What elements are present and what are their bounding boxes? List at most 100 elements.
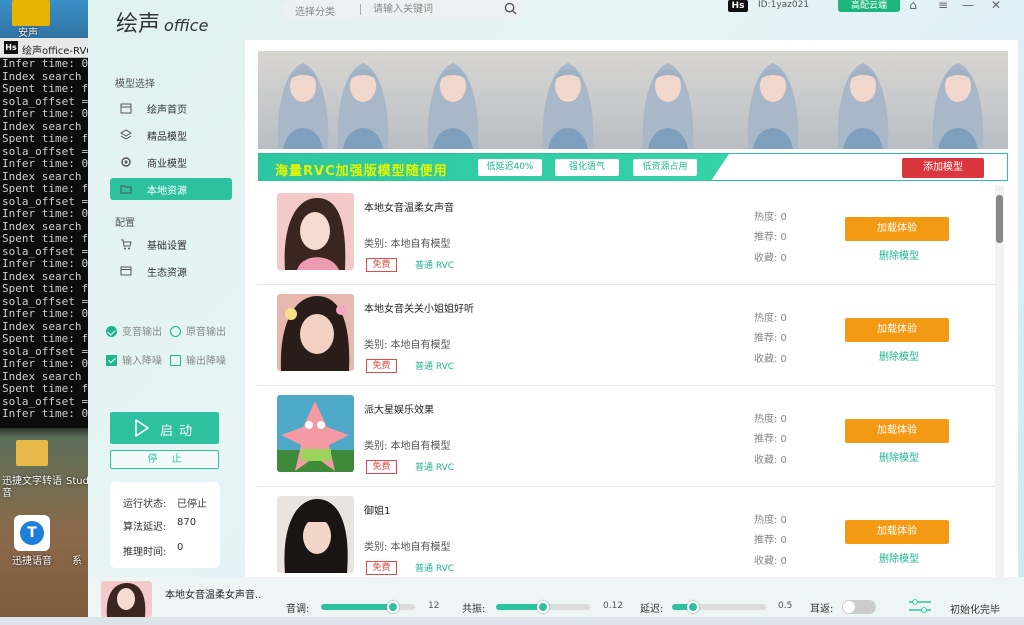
console-title: 绘声office-RVC	[22, 46, 88, 57]
delete-model-link[interactable]: 删除模型	[879, 449, 919, 464]
delete-model-link[interactable]: 删除模型	[879, 348, 919, 363]
search-input[interactable]	[373, 2, 493, 17]
scroll-thumb[interactable]	[996, 195, 1003, 243]
hs-icon: Hs	[4, 41, 18, 54]
monitor-toggle[interactable]	[842, 600, 876, 614]
stop-button[interactable]: 停止	[110, 450, 219, 469]
minimize-icon[interactable]: —	[958, 0, 978, 12]
nav-item-premium[interactable]: 精品模型	[110, 124, 232, 146]
load-model-button[interactable]: 加载体验	[845, 520, 949, 544]
sys-label: 系	[72, 556, 82, 567]
sliders-settings-icon[interactable]	[908, 599, 932, 613]
resonance-label: 共振:	[462, 604, 486, 615]
promo-bar: 海量RVC加强版模型随便用 低延迟40% 强化语气 低资源占用 添加模型	[258, 153, 1008, 181]
nav-item-commercial[interactable]: 商业模型	[110, 151, 232, 173]
menu-icon[interactable]: ≡	[933, 0, 953, 12]
app-window: 绘声office 选择分类 Hs ID:1yaz021 高配云端 ⌂ ≡ — ✕…	[88, 0, 1024, 617]
monitor-label: 耳返:	[810, 604, 834, 615]
console-output: Infer time: 0.0Index search FASpent time…	[0, 58, 90, 428]
load-model-button[interactable]: 加载体验	[845, 419, 949, 443]
section-title-config: 配置	[115, 218, 135, 229]
slider-knob[interactable]	[537, 601, 549, 613]
voice-app-label: 迅捷语音	[12, 556, 52, 567]
console-line: Spent time: fea	[2, 182, 90, 195]
load-model-button[interactable]: 加载体验	[845, 318, 949, 342]
pitch-slider[interactable]	[321, 601, 415, 613]
model-card: 御姐1 类别: 本地自有模型 免费 普通 RVC 热度: 0 推荐: 0 收藏:…	[258, 488, 996, 577]
desktop-background: 安声 Hs 绘声office-RVC Infer time: 0.0Index …	[0, 0, 92, 625]
delete-model-link[interactable]: 删除模型	[879, 247, 919, 262]
model-category: 类别: 本地自有模型	[364, 441, 451, 452]
run-status-value: 已停止	[177, 499, 207, 510]
status-panel: 运行状态: 已停止 算法延迟: 870 推理时间: 0	[110, 482, 220, 568]
favorite-stat: 收藏: 0	[754, 455, 787, 466]
model-card: 本地女音关关小姐姐好听 类别: 本地自有模型 免费 普通 RVC 热度: 0 推…	[258, 286, 996, 386]
current-model-thumbnail[interactable]	[101, 581, 152, 617]
main-content: 海量RVC加强版模型随便用 低延迟40% 强化语气 低资源占用 添加模型 本地女…	[245, 40, 1018, 577]
delay-slider[interactable]	[672, 601, 766, 613]
voice-app-icon[interactable]: T	[14, 515, 50, 551]
load-model-button[interactable]: 加载体验	[845, 217, 949, 241]
section-title-models: 模型选择	[115, 79, 155, 90]
model-thumbnail[interactable]	[277, 193, 354, 270]
checkbox-checked-icon	[106, 355, 117, 366]
app-shortcut-icon[interactable]	[12, 0, 50, 26]
free-badge: 免费	[366, 359, 397, 373]
pitch-value: 12	[428, 601, 440, 611]
nav-item-ecosystem[interactable]: 生态资源	[110, 260, 232, 282]
infer-time-value: 0	[177, 542, 184, 553]
nav-label: 精品模型	[147, 132, 187, 143]
close-icon[interactable]: ✕	[986, 0, 1006, 12]
model-thumbnail[interactable]	[277, 294, 354, 371]
heat-stat: 热度: 0	[754, 313, 787, 324]
promo-title: 海量RVC加强版模型随便用	[275, 164, 448, 179]
delay-label: 延迟:	[640, 604, 664, 615]
app-logo: 绘声 office	[116, 12, 209, 37]
nav-label: 基础设置	[147, 241, 187, 252]
add-model-button[interactable]: 添加模型	[902, 158, 984, 178]
search-bar: 选择分类	[281, 0, 525, 20]
checkbox-output-denoise[interactable]: 输出降噪	[170, 352, 226, 367]
folder-icon	[120, 185, 132, 194]
checkbox-input-denoise[interactable]: 输入降噪	[106, 352, 162, 367]
list-scrollbar[interactable]	[995, 185, 1004, 577]
slider-knob[interactable]	[686, 601, 699, 613]
upgrade-button[interactable]: 高配云端	[838, 0, 900, 12]
shortcut-label: 安声	[18, 28, 38, 39]
model-name: 派大星娱乐效果	[364, 405, 434, 416]
delay-value: 0.5	[778, 601, 793, 611]
radio-original[interactable]: 原音输出	[170, 323, 226, 338]
console-line: Spent time: fea	[2, 82, 90, 95]
console-window-tab[interactable]: Hs 绘声office-RVC	[0, 38, 90, 58]
slider-knob[interactable]	[387, 601, 400, 613]
start-button[interactable]: 启动	[110, 412, 219, 444]
heat-stat: 热度: 0	[754, 212, 787, 223]
banner-girls-image	[258, 51, 1008, 149]
banner-image[interactable]	[258, 51, 1008, 149]
nav-item-local[interactable]: 本地资源	[110, 178, 232, 200]
console-line: Infer time: 0.0	[2, 157, 90, 170]
resonance-slider[interactable]	[496, 601, 590, 613]
player-bar: 本地女音温柔女声音... 音调: 12 共振: 0.12 延迟: 0.5 耳返:…	[88, 577, 1024, 617]
nav-item-home[interactable]: 绘声首页	[110, 97, 232, 119]
nav-item-settings[interactable]: 基础设置	[110, 233, 232, 255]
avatar-image	[101, 581, 152, 617]
console-line: Spent time: fea	[2, 282, 90, 295]
console-line: Infer time: 0.0	[2, 357, 90, 370]
model-thumbnail[interactable]	[277, 395, 354, 472]
console-line: Spent time: fea	[2, 232, 90, 245]
recommend-stat: 推荐: 0	[754, 535, 787, 546]
delete-model-link[interactable]: 删除模型	[879, 550, 919, 565]
category-select[interactable]: 选择分类	[295, 3, 335, 18]
model-category: 类别: 本地自有模型	[364, 340, 451, 351]
user-avatar-icon[interactable]: Hs	[728, 0, 748, 12]
taskbar	[0, 617, 1024, 625]
model-thumbnail[interactable]	[277, 496, 354, 573]
folder-icon[interactable]	[16, 440, 48, 466]
home-icon[interactable]: ⌂	[903, 0, 923, 12]
avatar-image	[277, 496, 354, 573]
console-line: Spent time: fea	[2, 382, 90, 395]
radio-voice-changed[interactable]: 变音输出	[106, 323, 162, 338]
search-icon[interactable]	[504, 2, 517, 15]
play-icon	[135, 419, 149, 437]
